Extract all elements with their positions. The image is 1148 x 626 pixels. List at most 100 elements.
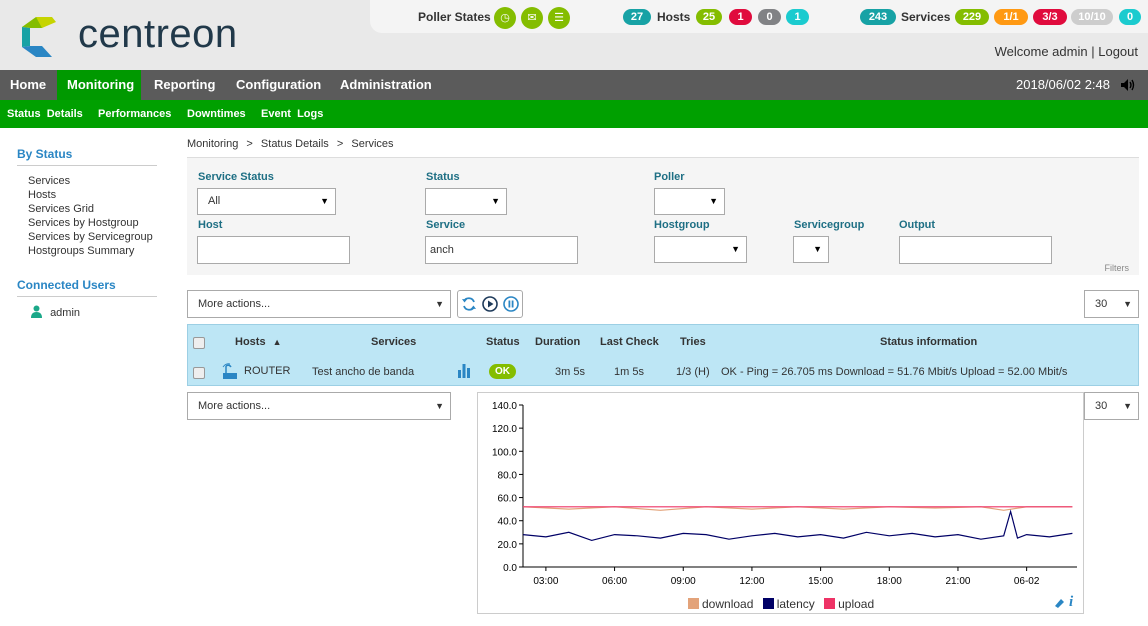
per-page-value: 30 xyxy=(1095,298,1108,310)
servicegroup-select[interactable]: ▼ xyxy=(793,236,829,263)
connected-user[interactable]: admin xyxy=(17,305,157,320)
output-label: Output xyxy=(899,219,936,231)
eraser-icon[interactable] xyxy=(1053,597,1065,609)
services-table: Hosts ▲ Services Status Duration Last Che… xyxy=(187,324,1139,386)
hosts-pending-badge[interactable]: 1 xyxy=(786,9,809,25)
legend-latency[interactable]: latency xyxy=(762,597,815,611)
performance-chart: 0.0 20.0 40.0 60.0 80.0 100.0 120.0 140.0 03:00 0… xyxy=(477,392,1084,614)
service-input[interactable]: anch xyxy=(425,236,578,264)
dropdown-arrow-icon: ▼ xyxy=(435,299,444,309)
legend-upload[interactable]: upload xyxy=(824,597,874,611)
status-select[interactable]: ▼ xyxy=(425,188,507,215)
y-tick-label: 40.0 xyxy=(498,517,518,528)
router-icon xyxy=(222,363,237,379)
breadcrumb-services[interactable]: Services xyxy=(351,138,393,150)
select-all-checkbox[interactable] xyxy=(193,337,205,349)
services-ok-badge[interactable]: 229 xyxy=(955,9,989,25)
legend-download[interactable]: download xyxy=(688,597,753,611)
breadcrumb-status-details[interactable]: Status Details xyxy=(261,138,329,150)
subnav-status-details[interactable]: Status Details xyxy=(7,100,83,128)
sidebar-link-hostgroups-summary[interactable]: Hostgroups Summary xyxy=(17,244,157,258)
sidebar-link-services[interactable]: Services xyxy=(17,174,157,188)
row-service[interactable]: Test ancho de banda xyxy=(312,366,414,378)
sub-nav: Status Details Performances Downtimes Ev… xyxy=(0,100,1148,128)
hosts-down-badge[interactable]: 1 xyxy=(729,9,752,25)
sidebar-link-hosts[interactable]: Hosts xyxy=(17,188,157,202)
top-header: centreon Poller States ◷ ✉ ☰ 27 Hosts 25… xyxy=(0,0,1148,70)
subnav-event-logs[interactable]: Event Logs xyxy=(261,100,323,128)
graph-icon[interactable] xyxy=(458,364,470,378)
per-page-select-top[interactable]: 30 ▼ xyxy=(1084,290,1139,318)
poller-label: Poller xyxy=(654,171,685,183)
sidebar-link-services-by-hostgroup[interactable]: Services by Hostgroup xyxy=(17,216,157,230)
subnav-performances[interactable]: Performances xyxy=(98,100,171,128)
nav-configuration[interactable]: Configuration xyxy=(226,70,331,100)
host-input[interactable] xyxy=(197,236,350,264)
hosts-up-badge[interactable]: 25 xyxy=(696,9,722,25)
breadcrumb: Monitoring > Status Details > Services xyxy=(187,138,394,150)
x-tick-label: 03:00 xyxy=(533,576,558,587)
services-unknown-badge[interactable]: 10/10 xyxy=(1071,9,1113,25)
status-badge: OK xyxy=(489,364,516,379)
chart-plot: 0.0 20.0 40.0 60.0 80.0 100.0 120.0 140.0 03:00 0… xyxy=(492,401,1077,587)
breadcrumb-monitoring[interactable]: Monitoring xyxy=(187,138,238,150)
x-tick-label: 15:00 xyxy=(808,576,833,587)
nav-monitoring[interactable]: Monitoring xyxy=(57,70,141,100)
row-checkbox[interactable] xyxy=(193,367,205,379)
more-actions-select-bottom[interactable]: More actions... ▼ xyxy=(187,392,451,420)
col-duration-header[interactable]: Duration xyxy=(535,336,580,348)
col-status-header[interactable]: Status xyxy=(486,336,520,348)
refresh-icon[interactable] xyxy=(461,296,477,312)
service-label: Service xyxy=(426,219,466,231)
service-status-select[interactable]: All ▼ xyxy=(197,188,336,215)
dropdown-arrow-icon: ▼ xyxy=(731,244,740,254)
services-total-badge[interactable]: 243 xyxy=(860,9,896,25)
per-page-value: 30 xyxy=(1095,400,1108,412)
logout-link[interactable]: Logout xyxy=(1098,44,1138,59)
breadcrumb-separator: > xyxy=(336,138,344,150)
nav-reporting[interactable]: Reporting xyxy=(144,70,225,100)
connected-users-title: Connected Users xyxy=(17,278,157,297)
col-last-check-header[interactable]: Last Check xyxy=(600,336,659,348)
col-hosts-header[interactable]: Hosts ▲ xyxy=(235,336,281,348)
hosts-total-badge[interactable]: 27 xyxy=(623,9,651,25)
welcome-text: Welcome admin xyxy=(994,44,1088,59)
nav-home[interactable]: Home xyxy=(0,70,56,100)
sidebar-link-services-by-servicegroup[interactable]: Services by Servicegroup xyxy=(17,230,157,244)
row-duration: 3m 5s xyxy=(555,366,585,378)
info-icon[interactable]: i xyxy=(1069,594,1073,611)
row-host[interactable]: ROUTER xyxy=(244,365,290,377)
y-tick-label: 20.0 xyxy=(498,540,518,551)
centreon-logo[interactable]: centreon xyxy=(16,12,276,60)
filters-toggle[interactable]: Filters xyxy=(1105,263,1130,273)
sort-up-icon: ▲ xyxy=(272,337,282,347)
dropdown-arrow-icon: ▼ xyxy=(1123,299,1132,309)
servicegroup-label: Servicegroup xyxy=(794,219,865,231)
row-last-check: 1m 5s xyxy=(614,366,644,378)
services-warning-badge[interactable]: 1/1 xyxy=(994,9,1028,25)
col-tries-header[interactable]: Tries xyxy=(680,336,706,348)
per-page-select-bottom[interactable]: 30 ▼ xyxy=(1084,392,1139,420)
hostgroup-label: Hostgroup xyxy=(654,219,710,231)
col-services-header[interactable]: Services xyxy=(371,336,416,348)
more-actions-select-top[interactable]: More actions... ▼ xyxy=(187,290,451,318)
poller-select[interactable]: ▼ xyxy=(654,188,725,215)
services-pending-badge[interactable]: 0 xyxy=(1119,9,1141,25)
poller-inbox-icon[interactable]: ✉ xyxy=(521,7,543,29)
series-line-latency xyxy=(522,509,1073,542)
pause-icon[interactable] xyxy=(503,296,519,312)
services-critical-badge[interactable]: 3/3 xyxy=(1033,9,1067,25)
poller-clock-icon[interactable]: ◷ xyxy=(494,7,516,29)
col-status-info-header: Status information xyxy=(880,336,978,348)
hostgroup-select[interactable]: ▼ xyxy=(654,236,747,263)
x-tick-label: 06-02 xyxy=(1014,576,1040,587)
nav-administration[interactable]: Administration xyxy=(330,70,442,100)
sidebar-link-services-grid[interactable]: Services Grid xyxy=(17,202,157,216)
row-status-info: OK - Ping = 26.705 ms Download = 51.76 M… xyxy=(721,366,1068,378)
output-input[interactable] xyxy=(899,236,1052,264)
hosts-unreachable-badge[interactable]: 0 xyxy=(758,9,781,25)
play-icon[interactable] xyxy=(482,296,498,312)
poller-database-icon[interactable]: ☰ xyxy=(548,7,570,29)
sound-icon[interactable] xyxy=(1120,78,1136,92)
subnav-downtimes[interactable]: Downtimes xyxy=(187,100,246,128)
